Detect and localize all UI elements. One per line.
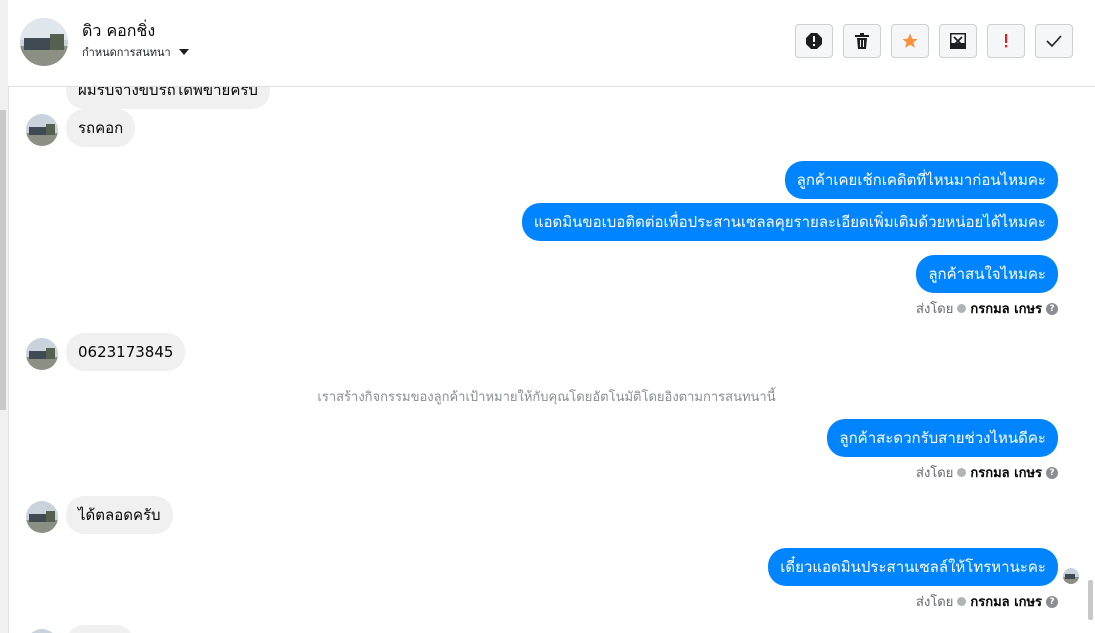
star-button[interactable] <box>891 24 929 58</box>
contact-name: ดิว คอกชิ่ง <box>82 21 156 40</box>
message-thread[interactable]: ผมรบจางขบรถไดพขายครบ รถคอก ลูกค้าเคยเช้ก… <box>8 87 1085 633</box>
sent-by-prefix: ส่งโดย <box>916 595 954 610</box>
mark-done-button[interactable] <box>1035 24 1073 58</box>
contact-avatar-small <box>26 501 58 533</box>
sent-by-prefix: ส่งโดย <box>916 302 954 317</box>
star-icon <box>902 33 918 48</box>
outgoing-message: ลูกค้าสะดวกรับสายช่วงไหนดีคะ <box>827 419 1058 457</box>
left-scrollbar[interactable] <box>0 110 6 410</box>
incoming-message: 0623173845 <box>66 333 186 371</box>
sent-by-label: ส่งโดย กรกมล เกษร ? <box>916 298 1058 319</box>
outgoing-message: แอดมินขอเบอติดต่อเพื่อประสานเซลลคุยรายละ… <box>521 203 1058 241</box>
contact-avatar[interactable] <box>20 18 68 66</box>
outgoing-message: เดี๋ยวแอดมินประสานเซลล์ให้โทรหานะคะ <box>768 548 1058 586</box>
agent-avatar-icon <box>957 304 967 313</box>
contact-avatar-small <box>26 338 58 370</box>
outgoing-message: ลูกค้าสนใจไหมคะ <box>916 255 1058 293</box>
check-icon <box>1046 35 1062 48</box>
exclamation-icon <box>1005 34 1008 48</box>
contact-avatar-small <box>26 114 58 146</box>
agent-avatar-icon <box>957 597 967 606</box>
caret-down-icon <box>178 49 189 55</box>
sent-by-label: ส่งโดย กรกมล เกษร ? <box>916 462 1058 483</box>
conversation-header: ดิว คอกชิ่ง กำหนดการสนทนา <box>8 0 1095 87</box>
incoming-message: ได้ตลอดครับ <box>66 496 173 534</box>
contact-avatar-small <box>26 629 58 633</box>
conversation-schedule-dropdown[interactable]: กำหนดการสนทนา <box>82 43 189 61</box>
envelope-x-icon <box>950 33 966 49</box>
incoming-message <box>66 625 134 633</box>
help-icon[interactable]: ? <box>1046 595 1058 608</box>
outgoing-message: ลูกค้าเคยเช้กเคดิตที่ไหนมาก่อนไหมคะ <box>784 161 1058 199</box>
trash-icon <box>855 33 869 49</box>
schedule-label: กำหนดการสนทนา <box>82 46 171 59</box>
sent-by-prefix: ส่งโดย <box>916 466 954 481</box>
incoming-message: รถคอก <box>66 109 136 147</box>
system-notice: เราสร้างกิจกรรมของลูกค้าเป้าหมายให้กับคุ… <box>317 390 776 405</box>
move-to-inbox-button[interactable] <box>939 24 977 58</box>
incoming-message: ผมรบจางขบรถไดพขายครบ <box>66 87 270 109</box>
seen-indicator-avatar <box>1063 568 1079 584</box>
thread-scrollbar-thumb[interactable] <box>1088 580 1093 620</box>
agent-avatar-icon <box>957 468 967 477</box>
help-icon[interactable]: ? <box>1046 466 1058 479</box>
delete-button[interactable] <box>843 24 881 58</box>
help-icon[interactable]: ? <box>1046 302 1058 315</box>
agent-name[interactable]: กรกมล เกษร <box>970 462 1042 483</box>
thread-scrollbar[interactable] <box>1085 87 1095 633</box>
agent-name[interactable]: กรกมล เกษร <box>970 298 1042 319</box>
alert-octagon-icon <box>806 33 822 49</box>
mark-important-button[interactable] <box>987 24 1025 58</box>
agent-name[interactable]: กรกมล เกษร <box>970 591 1042 612</box>
sent-by-label: ส่งโดย กรกมล เกษร ? <box>916 591 1058 612</box>
mark-spam-button[interactable] <box>795 24 833 58</box>
